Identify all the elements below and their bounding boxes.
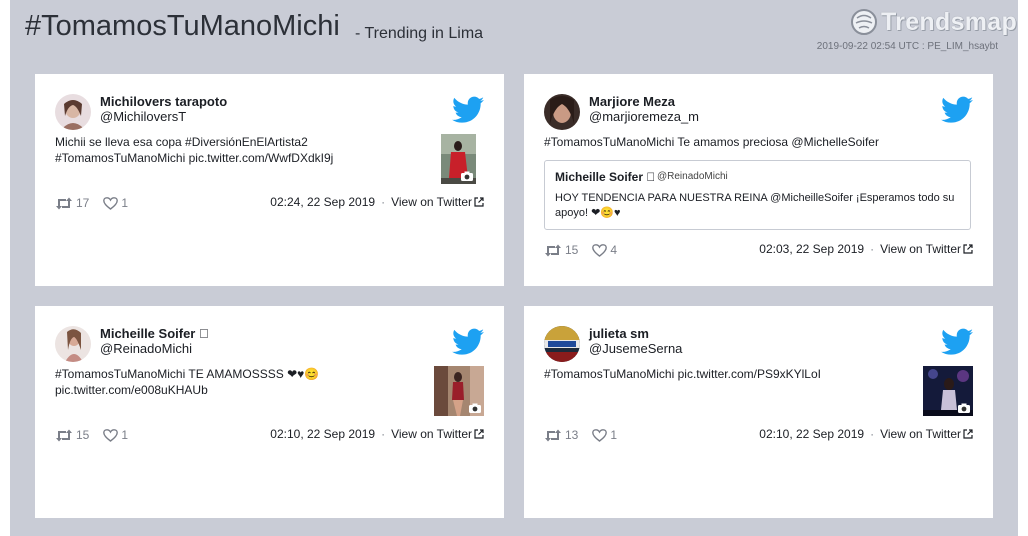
view-on-twitter-link[interactable]: View on Twitter xyxy=(880,242,973,256)
view-on-twitter-link[interactable]: View on Twitter xyxy=(880,427,973,441)
twitter-bird-icon[interactable] xyxy=(452,328,484,356)
retweet-value: 15 xyxy=(76,428,90,442)
author-handle[interactable]: @JusemeSerna xyxy=(589,341,682,356)
tweet-text: #TomamosTuManoMichi Te amamos preciosa @… xyxy=(544,134,879,150)
view-on-twitter-label: View on Twitter xyxy=(880,427,961,441)
retweet-value: 15 xyxy=(565,243,579,257)
tweet-card: Michilovers tarapoto @MichiloversT Michi… xyxy=(35,74,504,286)
external-link-icon xyxy=(963,244,973,254)
author-name[interactable]: Marjiore Meza xyxy=(589,94,675,109)
retweet-count[interactable]: 15 xyxy=(544,243,578,257)
tweet-text: #TomamosTuManoMichi pic.twitter.com/PS9x… xyxy=(544,366,821,382)
tweet-text: Michii se lleva esa copa #DiversiónEnElA… xyxy=(55,134,333,166)
like-value: 1 xyxy=(121,196,129,210)
like-count[interactable]: 1 xyxy=(592,428,617,442)
tweet-text: #TomamosTuManoMichi TE AMAMOSSSS ❤♥😊 pic… xyxy=(55,366,319,398)
tweet-meta: 02:10, 22 Sep 2019 · View on Twitter xyxy=(759,427,973,441)
separator-dot: · xyxy=(381,195,386,209)
avatar[interactable] xyxy=(55,94,91,130)
tweet-time[interactable]: 02:24, 22 Sep 2019 xyxy=(270,195,375,209)
tweet-text-line: Michii se lleva esa copa #DiversiónEnElA… xyxy=(55,135,308,149)
view-on-twitter-label: View on Twitter xyxy=(880,242,961,256)
tweet-card: julieta sm @JusemeSerna #TomamosTuManoMi… xyxy=(524,306,993,518)
heart-icon xyxy=(103,428,119,442)
retweet-icon xyxy=(545,244,561,256)
tweet-time[interactable]: 02:03, 22 Sep 2019 xyxy=(759,242,864,256)
separator-dot: · xyxy=(870,242,875,256)
tweet-meta: 02:24, 22 Sep 2019 · View on Twitter xyxy=(270,195,484,209)
snapshot-timestamp: 2019-09-22 02:54 UTC : PE_LIM_hsaybt xyxy=(816,41,998,52)
tweet-meta: 02:03, 22 Sep 2019 · View on Twitter xyxy=(759,242,973,256)
camera-icon xyxy=(958,403,970,413)
tweet-text-line: #TomamosTuManoMichi TE AMAMOSSSS ❤♥😊 xyxy=(55,367,320,381)
quoted-author-handle: @ReinadoMichi xyxy=(657,171,728,182)
author-name[interactable]: Michilovers tarapoto xyxy=(100,94,227,109)
tweet-photo-thumbnail[interactable] xyxy=(923,366,973,416)
avatar[interactable] xyxy=(55,326,91,362)
retweet-icon xyxy=(56,197,72,209)
author-name[interactable]: Micheille Soifer   xyxy=(100,326,209,341)
heart-icon xyxy=(592,243,608,257)
tweet-photo-thumbnail[interactable] xyxy=(434,366,484,416)
external-link-icon xyxy=(474,197,484,207)
view-on-twitter-label: View on Twitter xyxy=(391,427,472,441)
tweet-stats: 15 4 xyxy=(544,243,631,257)
retweet-count[interactable]: 15 xyxy=(55,428,89,442)
external-link-icon xyxy=(474,429,484,439)
view-on-twitter-link[interactable]: View on Twitter xyxy=(391,427,484,441)
heart-icon xyxy=(103,196,119,210)
external-link-icon xyxy=(963,429,973,439)
tweet-stats: 15 1 xyxy=(55,428,142,442)
like-count[interactable]: 1 xyxy=(103,196,128,210)
twitter-bird-icon[interactable] xyxy=(941,96,973,124)
retweet-count[interactable]: 13 xyxy=(544,428,578,442)
author-handle[interactable]: @ReinadoMichi xyxy=(100,341,192,356)
tweet-meta: 02:10, 22 Sep 2019 · View on Twitter xyxy=(270,427,484,441)
tweet-card: Marjiore Meza @marjioremeza_m #TomamosTu… xyxy=(524,74,993,286)
retweet-count[interactable]: 17 xyxy=(55,196,89,210)
camera-icon xyxy=(469,403,481,413)
like-value: 1 xyxy=(610,428,618,442)
tweet-time[interactable]: 02:10, 22 Sep 2019 xyxy=(270,427,375,441)
quoted-tweet-text: HOY TENDENCIA PARA NUESTRA REINA @Michei… xyxy=(555,192,955,219)
hashtag-title: #TomamosTuManoMichi xyxy=(25,10,340,42)
twitter-bird-icon[interactable] xyxy=(452,96,484,124)
like-value: 4 xyxy=(610,243,618,257)
tweet-text-line: pic.twitter.com/e008uKHAUb xyxy=(55,383,208,397)
separator-dot: · xyxy=(381,427,386,441)
like-count[interactable]: 4 xyxy=(592,243,617,257)
tweet-stats: 13 1 xyxy=(544,428,631,442)
author-name[interactable]: julieta sm xyxy=(589,326,649,341)
tweet-stats: 17 1 xyxy=(55,196,142,210)
heart-icon xyxy=(592,428,608,442)
retweet-value: 13 xyxy=(565,428,579,442)
page-background: #TomamosTuManoMichi - Trending in Lima T… xyxy=(10,0,1018,536)
author-handle[interactable]: @marjioremeza_m xyxy=(589,109,699,124)
author-handle[interactable]: @MichiloversT xyxy=(100,109,186,124)
tweet-card: Micheille Soifer   @ReinadoMichi #Tomamo… xyxy=(35,306,504,518)
tweet-photo-thumbnail[interactable] xyxy=(441,134,476,184)
retweet-icon xyxy=(545,429,561,441)
tweet-text-line: #TomamosTuManoMichi pic.twitter.com/PS9x… xyxy=(544,367,821,381)
quoted-author-name: Micheille Soifer   xyxy=(555,170,656,184)
trending-location: - Trending in Lima xyxy=(355,25,484,42)
retweet-value: 17 xyxy=(76,196,90,210)
like-value: 1 xyxy=(121,428,129,442)
view-on-twitter-link[interactable]: View on Twitter xyxy=(391,195,484,209)
quoted-tweet[interactable]: Micheille Soifer   @ReinadoMichi HOY TEN… xyxy=(544,160,971,230)
avatar[interactable] xyxy=(544,94,580,130)
brand-name: Trendsmap xyxy=(881,7,1018,36)
twitter-bird-icon[interactable] xyxy=(941,328,973,356)
like-count[interactable]: 1 xyxy=(103,428,128,442)
tweet-text-line: #TomamosTuManoMichi pic.twitter.com/WwfD… xyxy=(55,151,334,165)
camera-icon xyxy=(461,171,473,181)
separator-dot: · xyxy=(870,427,875,441)
trendsmap-logo[interactable]: Trendsmap xyxy=(850,6,1017,38)
view-on-twitter-label: View on Twitter xyxy=(391,195,472,209)
tweet-time[interactable]: 02:10, 22 Sep 2019 xyxy=(759,427,864,441)
trendsmap-globe-icon xyxy=(851,9,877,35)
tweet-text-line: #TomamosTuManoMichi Te amamos preciosa @… xyxy=(544,135,879,149)
avatar[interactable] xyxy=(544,326,580,362)
retweet-icon xyxy=(56,429,72,441)
